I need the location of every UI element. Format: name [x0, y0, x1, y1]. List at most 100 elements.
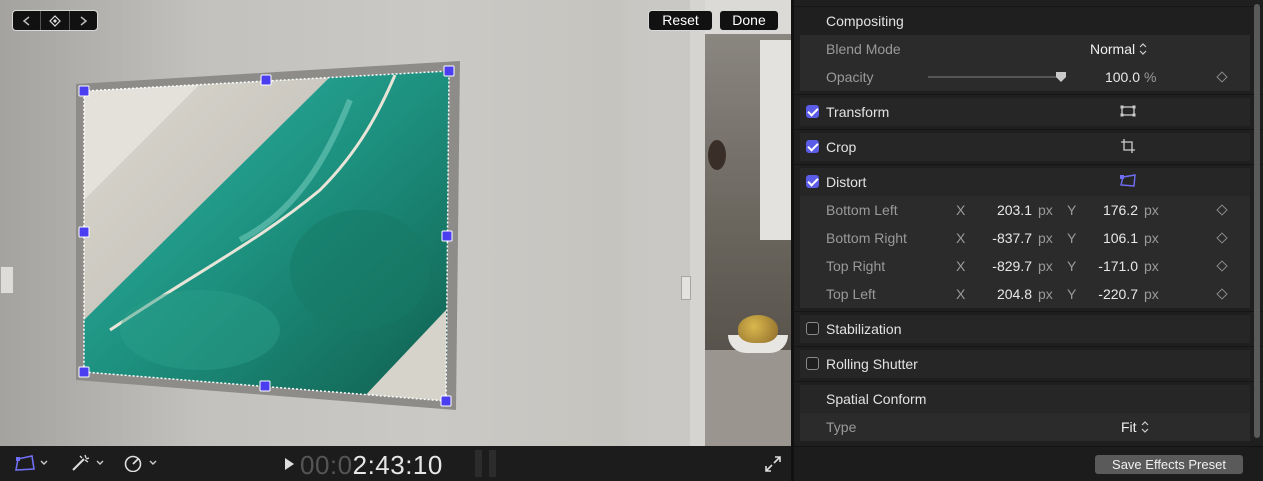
- handle-middle-right[interactable]: [441, 230, 453, 242]
- stabilization-label: Stabilization: [826, 321, 902, 337]
- fullscreen-button[interactable]: [764, 455, 782, 478]
- x-value[interactable]: 203.1: [970, 202, 1032, 218]
- transform-tool-icon[interactable]: [1120, 104, 1136, 118]
- x-axis-label: X: [956, 202, 966, 218]
- previous-keyframe-button[interactable]: [13, 11, 42, 30]
- handle-top-middle[interactable]: [260, 74, 272, 86]
- distort-checkbox[interactable]: [806, 175, 819, 188]
- updown-chevron-icon: [1139, 43, 1147, 55]
- spatial-conform-title: Spatial Conform: [826, 391, 927, 407]
- distorted-photo-canvas: [76, 61, 460, 410]
- handle-bottom-middle[interactable]: [259, 380, 271, 392]
- keyframe-button[interactable]: [1216, 204, 1228, 216]
- inspector-scrollbar[interactable]: [1254, 4, 1260, 438]
- opacity-label: Opacity: [826, 69, 874, 85]
- crop-header: Crop: [800, 133, 1250, 161]
- x-value[interactable]: 204.8: [970, 286, 1032, 302]
- handle-top-left[interactable]: [78, 85, 90, 97]
- compositing-title: Compositing: [826, 13, 904, 29]
- keyframe-button[interactable]: [1216, 260, 1228, 272]
- handle-bottom-left[interactable]: [78, 366, 90, 378]
- distort-param-row: Top Right X -829.7 px Y -171.0 px: [800, 252, 1250, 280]
- transform-checkbox[interactable]: [806, 105, 819, 118]
- x-unit: px: [1038, 230, 1053, 246]
- handle-bottom-right[interactable]: [440, 395, 452, 407]
- conform-type-popup[interactable]: Fit: [1121, 419, 1149, 435]
- done-button[interactable]: Done: [719, 10, 779, 31]
- keyframe-button[interactable]: [1216, 288, 1228, 300]
- keyframe-button[interactable]: [1216, 232, 1228, 244]
- section-divider: [794, 381, 1263, 382]
- updown-chevron-icon: [1141, 421, 1148, 433]
- crop-label: Crop: [826, 139, 857, 155]
- distort-header: Distort: [800, 168, 1250, 196]
- compositing-header[interactable]: Compositing: [800, 7, 1250, 35]
- section-divider: [794, 129, 1263, 130]
- opacity-value[interactable]: 100.0: [1100, 69, 1140, 85]
- blend-mode-row: Blend Mode Normal: [800, 35, 1250, 63]
- crop-tool-icon[interactable]: [1120, 138, 1136, 154]
- x-value[interactable]: -829.7: [970, 258, 1032, 274]
- save-effects-preset-button[interactable]: Save Effects Preset: [1095, 455, 1243, 474]
- param-label: Bottom Left: [826, 202, 898, 218]
- reset-button[interactable]: Reset: [648, 10, 713, 31]
- y-value[interactable]: -171.0: [1076, 258, 1138, 274]
- param-label: Top Left: [826, 286, 876, 302]
- play-button[interactable]: [283, 457, 295, 476]
- blend-mode-label: Blend Mode: [826, 41, 901, 57]
- stabilization-header: Stabilization: [800, 315, 1250, 343]
- y-value[interactable]: -220.7: [1076, 286, 1138, 302]
- distort-param-row: Bottom Right X -837.7 px Y 106.1 px: [800, 224, 1250, 252]
- add-keyframe-button[interactable]: [41, 11, 70, 30]
- chevron-down-icon: [40, 460, 48, 465]
- x-axis-label: X: [956, 258, 966, 274]
- video-inspector: Compositing Blend Mode Normal Opacity 10…: [794, 0, 1263, 446]
- viewer-toolbar: 00:02:43:10: [0, 446, 791, 481]
- distort-param-row: Top Left X 204.8 px Y -220.7 px: [800, 280, 1250, 308]
- timecode-leading: 00:0: [300, 450, 353, 480]
- conform-type-value: Fit: [1121, 419, 1137, 435]
- chevron-right-icon: [80, 15, 88, 26]
- opacity-slider-track[interactable]: [928, 76, 1066, 78]
- opacity-slider-knob[interactable]: [1055, 71, 1067, 83]
- x-unit: px: [1038, 202, 1053, 218]
- section-divider: [794, 164, 1263, 165]
- y-axis-label: Y: [1067, 286, 1077, 302]
- spatial-conform-header[interactable]: Spatial Conform: [800, 385, 1250, 413]
- y-axis-label: Y: [1067, 202, 1077, 218]
- diamond-icon: [49, 14, 61, 27]
- enhancements-menu[interactable]: [70, 454, 104, 472]
- opacity-keyframe-button[interactable]: [1216, 71, 1228, 83]
- param-label: Top Right: [826, 258, 886, 274]
- y-unit: px: [1144, 230, 1159, 246]
- conform-type-label: Type: [826, 419, 857, 435]
- x-unit: px: [1038, 286, 1053, 302]
- stabilization-checkbox[interactable]: [806, 322, 819, 335]
- distort-tool-icon[interactable]: [1119, 174, 1137, 188]
- handle-top-right[interactable]: [443, 65, 455, 77]
- rolling-shutter-header: Rolling Shutter: [800, 350, 1250, 378]
- y-axis-label: Y: [1067, 258, 1077, 274]
- transform-tool-menu[interactable]: [14, 454, 48, 472]
- x-value[interactable]: -837.7: [970, 230, 1032, 246]
- crop-checkbox[interactable]: [806, 140, 819, 153]
- timecode-value: 2:43:10: [352, 450, 443, 480]
- rolling-shutter-checkbox[interactable]: [806, 357, 819, 370]
- y-axis-label: Y: [1067, 230, 1077, 246]
- x-axis-label: X: [956, 230, 966, 246]
- next-keyframe-button[interactable]: [70, 11, 97, 30]
- y-value[interactable]: 176.2: [1076, 202, 1138, 218]
- photo-image: [84, 71, 449, 401]
- y-value[interactable]: 106.1: [1076, 230, 1138, 246]
- audio-meter-right: [489, 450, 496, 477]
- audio-meter-left: [475, 450, 482, 477]
- distort-label: Distort: [826, 174, 867, 190]
- keyframe-navigator: [12, 10, 98, 31]
- blend-mode-popup[interactable]: Normal: [1090, 41, 1147, 57]
- rolling-shutter-label: Rolling Shutter: [826, 356, 918, 372]
- section-divider: [794, 346, 1263, 347]
- retime-menu[interactable]: [123, 454, 157, 472]
- param-label: Bottom Right: [826, 230, 907, 246]
- handle-middle-left[interactable]: [78, 226, 90, 238]
- viewer: Reset Done: [0, 0, 791, 446]
